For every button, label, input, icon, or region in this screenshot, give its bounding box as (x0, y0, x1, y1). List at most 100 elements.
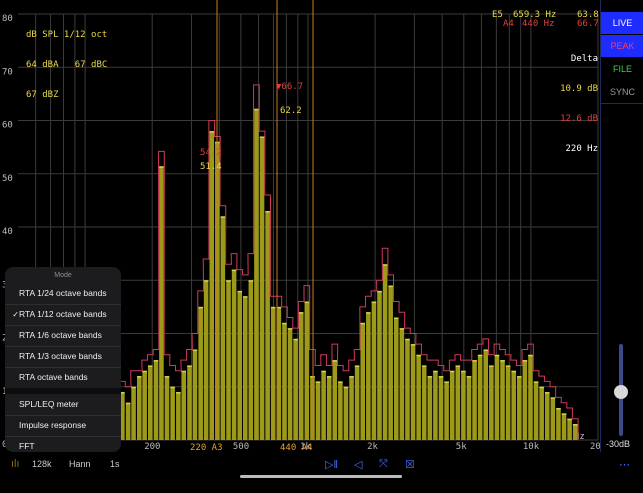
spectrum-bar-cap (500, 360, 505, 362)
spectrum-bar-cap (572, 424, 578, 426)
window-function[interactable]: Hann (69, 457, 91, 471)
spectrum-bar-cap (382, 264, 388, 266)
spectrum-bar-cap (517, 376, 522, 378)
spectrum-bar-cap (242, 296, 248, 298)
x-tick-label: 20 (590, 442, 600, 452)
x-tick-label: 500 (233, 442, 249, 452)
mode-menu-item[interactable]: RTA octave bands (5, 367, 121, 387)
mode-menu-item-label: RTA octave bands (19, 372, 88, 382)
gain-slider-knob[interactable] (614, 384, 628, 399)
spectrum-bar (265, 211, 270, 440)
spectrum-bar (254, 108, 259, 440)
spectrum-bar-cap (421, 365, 427, 367)
gain-slider[interactable] (614, 344, 628, 436)
mode-menu-item[interactable]: RTA 1/24 octave bands (5, 283, 121, 303)
spectrum-bar (220, 216, 226, 440)
spectrum-bar (505, 365, 511, 440)
spectrum-bar (242, 296, 248, 440)
spectrum-bar (298, 312, 304, 440)
spectrum-bar-cap (522, 360, 528, 362)
spectrum-bar-cap (298, 312, 304, 314)
spectrum-bar-cap (231, 269, 237, 272)
spectrum-bar-cap (455, 365, 461, 367)
spectrum-bar (561, 413, 567, 440)
x-tick-label: 200 (144, 442, 160, 452)
file-button[interactable]: FILE (601, 58, 643, 80)
spectrum-bar-cap (287, 328, 293, 330)
marker2-peak-value: ▼66.7 (276, 82, 303, 92)
spectrum-bar-cap (405, 338, 410, 341)
spectrum-bar-cap (427, 376, 433, 378)
mode-menu-item[interactable]: FFT (5, 436, 121, 452)
spectrum-bar (153, 360, 159, 440)
spectrum-bar-cap (315, 381, 321, 383)
spectrum-bar-cap (371, 301, 377, 304)
mode-menu-item[interactable]: RTA 1/3 octave bands (5, 346, 121, 366)
spectrum-bar-cap (226, 280, 231, 282)
expand-icon[interactable]: ⤧ (379, 457, 388, 471)
spectrum-bar (556, 408, 561, 440)
sync-button[interactable]: SYNC (601, 81, 643, 103)
spectrum-bar-cap (220, 216, 226, 218)
y-tick-label: 50 (2, 174, 13, 184)
back-icon[interactable]: ◁ (354, 457, 362, 471)
level-readout: dB SPL 1/12 oct 64 dBA 67 dBC 67 dBZ (26, 10, 107, 110)
spectrum-bar-cap (254, 108, 259, 111)
spectrum-bar (360, 322, 366, 440)
mode-menu-item[interactable]: ✓ RTA 1/12 octave bands (5, 304, 121, 324)
spectrum-bar (405, 338, 410, 440)
spectrum-bar (164, 376, 170, 440)
spectrum-bar-cap (164, 376, 170, 378)
x-tick-label: 2k (367, 442, 378, 452)
close-box-icon[interactable]: ☒ (405, 457, 415, 471)
mode-menu-item[interactable]: SPL/LEQ meter (5, 394, 121, 414)
spectrum-bar-cap (125, 402, 131, 405)
spectrum-bar-cap (399, 328, 405, 330)
spectrum-bar (366, 312, 371, 440)
spectrum-bar (326, 376, 332, 440)
spectrum-bar-cap (192, 349, 198, 351)
sample-rate[interactable]: 128k (32, 457, 52, 471)
more-options-icon[interactable]: ⋯ (619, 457, 630, 471)
peak-button[interactable]: PEAK (601, 35, 643, 57)
mode-menu-item[interactable]: Impulse response (5, 415, 121, 435)
spectrum-bar-cap (304, 301, 310, 304)
spectrum-bar-cap (131, 386, 136, 389)
averaging-time[interactable]: 1s (110, 457, 120, 471)
spectrum-bar (399, 328, 405, 440)
marker1-peak-value: 54.2 (200, 148, 222, 158)
spectrum-bar-cap (444, 381, 449, 383)
spectrum-bar-cap (556, 408, 561, 410)
waveform-icon[interactable]: ılı (11, 457, 20, 471)
ref-note: A4 (503, 19, 514, 29)
spectrum-bar (321, 370, 326, 440)
spectrum-bar-cap (310, 376, 315, 378)
spectrum-bar (315, 381, 321, 440)
live-button[interactable]: LIVE (601, 12, 643, 34)
spectrum-bar-cap (293, 338, 298, 341)
spectrum-bar-cap (360, 322, 366, 325)
spectrum-bar-cap (461, 370, 466, 373)
spectrum-bar (410, 344, 416, 440)
mode-menu-item-label: RTA 1/12 octave bands (19, 309, 107, 319)
y-tick-label: 60 (2, 121, 13, 131)
spectrum-bar (198, 306, 203, 440)
spectrum-bar-cap (466, 376, 472, 378)
spectrum-bar (461, 370, 466, 440)
delta-title: Delta (570, 54, 598, 64)
spectrum-bar-cap (349, 376, 354, 378)
spectrum-bar-cap (259, 136, 265, 138)
spectrum-bar-cap (203, 280, 209, 282)
spectrum-bar (421, 365, 427, 440)
spectrum-bar (338, 381, 343, 440)
spectrum-bar (539, 386, 544, 440)
play-pause-icon[interactable]: ▷‖ (325, 457, 338, 471)
readout-z-level: 67 dBZ (26, 90, 59, 100)
spectrum-bar (248, 280, 254, 440)
spectrum-bar (472, 360, 477, 440)
spectrum-bar-cap (136, 376, 142, 378)
spectrum-bar (427, 376, 433, 440)
spectrum-bar-cap (544, 392, 550, 394)
mode-menu-item[interactable]: RTA 1/6 octave bands (5, 325, 121, 345)
spectrum-bar (544, 392, 550, 440)
